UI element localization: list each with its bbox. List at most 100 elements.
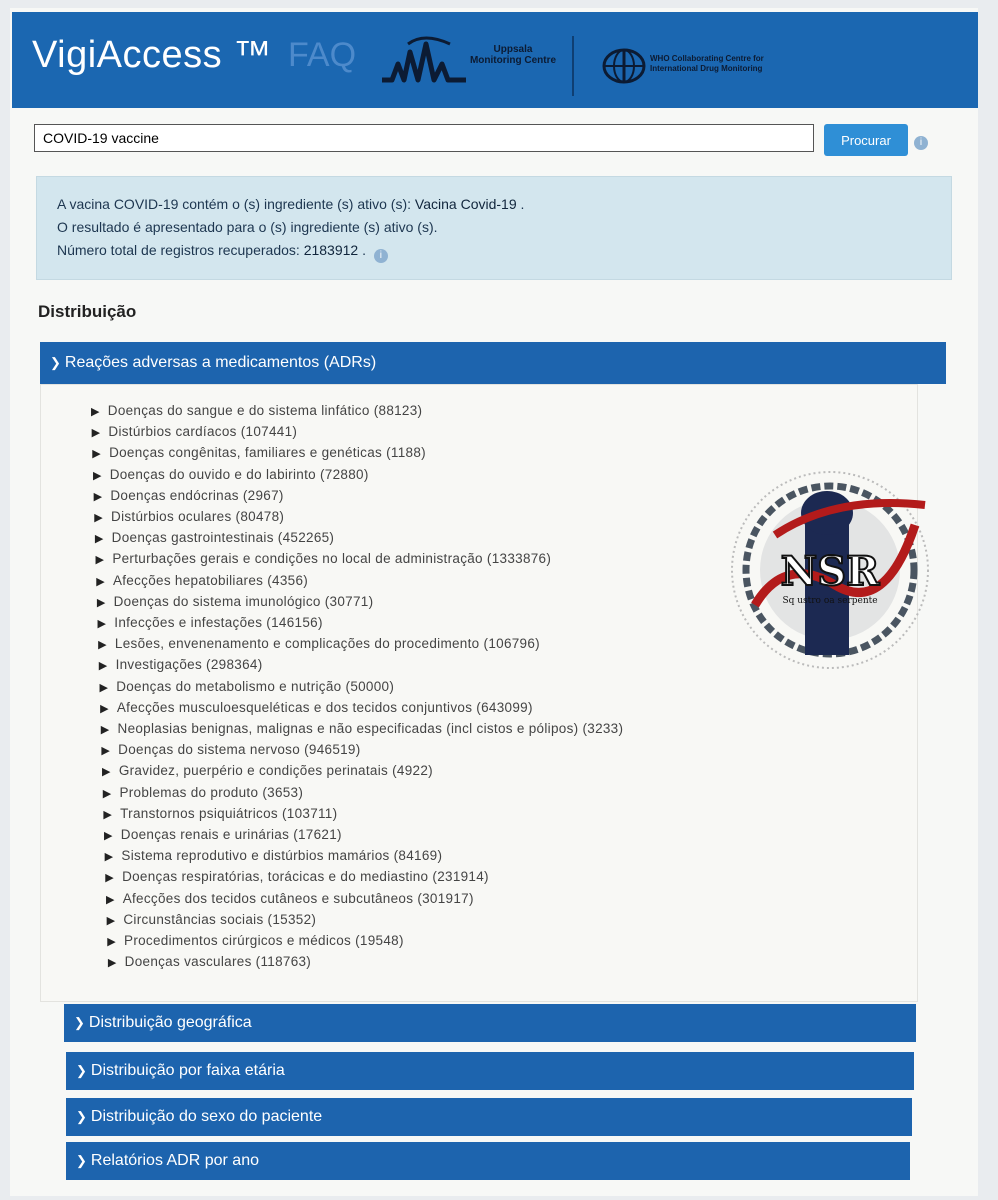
adr-list-item[interactable]: ▶ Problemas do produto (3653): [103, 785, 303, 800]
triangle-right-icon: ▶: [105, 872, 115, 885]
adr-item-label: Doenças endócrinas (2967): [110, 487, 284, 503]
triangle-right-icon: ▶: [96, 575, 105, 588]
adr-list-item[interactable]: ▶ Doenças gastrointestinais (452265): [95, 530, 334, 545]
umc-logo-icon[interactable]: [378, 34, 470, 92]
triangle-right-icon: ▶: [101, 745, 111, 758]
result-line-total: Número total de registros recuperados: 2…: [57, 239, 931, 263]
site-title[interactable]: VigiAccess ™: [32, 34, 272, 77]
result-ingredient: Vacina Covid-19: [414, 196, 517, 212]
triangle-right-icon: ▶: [94, 533, 104, 546]
chevron-down-icon: ❯: [50, 355, 61, 370]
adr-list-item[interactable]: ▶ Afecções hepatobiliares (4356): [96, 573, 308, 588]
adr-list-item[interactable]: ▶ Doenças vasculares (118763): [108, 954, 311, 969]
faq-link[interactable]: FAQ: [288, 36, 356, 75]
adr-item-label: Afecções hepatobiliares (4356): [112, 572, 309, 588]
triangle-right-icon: ▶: [102, 766, 111, 779]
result-line3-suffix: .: [362, 242, 366, 258]
who-logo-icon[interactable]: [602, 48, 646, 84]
adr-item-label: Doenças renais e urinárias (17621): [120, 827, 342, 842]
adr-item-label: Doenças congênitas, familiares e genétic…: [109, 445, 426, 461]
accordion-age[interactable]: ❯ Distribuição por faixa etária: [66, 1052, 914, 1090]
adr-list-item[interactable]: ▶ Afecções dos tecidos cutâneos e subcutâ…: [106, 891, 474, 906]
triangle-right-icon: ▶: [105, 893, 115, 906]
adr-list-item[interactable]: ▶ Investigações (298364): [99, 657, 263, 672]
adr-item-label: Sistema reprodutivo e distúrbios mamário…: [121, 848, 443, 864]
triangle-right-icon: ▶: [104, 851, 114, 864]
chevron-right-icon: ❯: [74, 1015, 85, 1030]
page: VigiAccess ™ FAQ Uppsala Monitoring Cent…: [10, 8, 978, 1196]
adr-panel: ▶ Doenças do sangue e do sistema linfátic…: [40, 384, 929, 1002]
accordion-geographic[interactable]: ❯ Distribuição geográfica: [64, 1004, 916, 1042]
triangle-right-icon: ▶: [103, 808, 113, 821]
result-line-ingredients: A vacina COVID-19 contém o (s) ingredien…: [57, 193, 931, 216]
adr-item-label: Procedimentos cirúrgicos e médicos (1954…: [124, 933, 404, 948]
adr-list-item[interactable]: ▶ Gravidez, puerpério e condições perinat…: [102, 763, 433, 778]
chevron-right-icon: ❯: [76, 1063, 87, 1078]
adr-item-label: Lesões, envenenamento e complicações do …: [114, 636, 540, 652]
adr-item-label: Doenças vasculares (118763): [124, 954, 312, 970]
adr-list-item[interactable]: ▶ Perturbações gerais e condições no loca…: [96, 551, 552, 566]
adr-list-item[interactable]: ▶ Neoplasias benignas, malignas e não esp…: [101, 721, 624, 736]
adr-item-label: Problemas do produto (3653): [119, 784, 304, 800]
adr-list-item[interactable]: ▶ Distúrbios cardíacos (107441): [92, 424, 298, 439]
triangle-right-icon: ▶: [102, 787, 112, 800]
accordion-age-label: Distribuição por faixa etária: [90, 1062, 285, 1079]
search-button[interactable]: Procurar: [824, 124, 908, 156]
triangle-right-icon: ▶: [100, 724, 110, 736]
accordion-adr-label: Reações adversas a medicamentos (ADRs): [64, 354, 377, 371]
adr-list-item[interactable]: ▶ Afecções musculoesqueléticas e dos teci…: [100, 700, 533, 715]
accordion-adr[interactable]: ❯ Reações adversas a medicamentos (ADRs): [40, 342, 946, 384]
accordion-sex[interactable]: ❯ Distribuição do sexo do paciente: [66, 1098, 912, 1136]
triangle-right-icon: ▶: [99, 681, 109, 694]
adr-item-label: Afecções dos tecidos cutâneos e subcutân…: [122, 890, 474, 906]
adr-item-label: Gravidez, puerpério e condições perinata…: [118, 763, 433, 779]
accordion-year[interactable]: ❯ Relatórios ADR por ano: [66, 1142, 910, 1180]
triangle-right-icon: ▶: [98, 660, 108, 673]
adr-list-item[interactable]: ▶ Doenças renais e urinárias (17621): [104, 827, 342, 842]
adr-list-item[interactable]: ▶ Doenças respiratórias, torácicas e do m…: [105, 869, 489, 884]
total-info-icon[interactable]: i: [373, 249, 388, 263]
triangle-right-icon: ▶: [97, 618, 107, 630]
adr-list-item[interactable]: ▶ Lesões, envenenamento e complicações do…: [98, 636, 540, 651]
adr-list-item[interactable]: ▶ Circunstâncias sociais (15352): [107, 912, 317, 927]
adr-list-item[interactable]: ▶ Transtornos psiquiátricos (103711): [103, 806, 337, 821]
adr-list-item[interactable]: ▶ Distúrbios oculares (80478): [94, 509, 284, 524]
adr-list-item[interactable]: ▶ Sistema reprodutivo e distúrbios mamári…: [105, 848, 443, 863]
umc-text: Uppsala Monitoring Centre: [469, 44, 557, 66]
adr-list-item[interactable]: ▶ Procedimentos cirúrgicos e médicos (195…: [107, 933, 404, 948]
adr-list-item[interactable]: ▶ Doenças do metabolismo e nutrição (5000…: [99, 679, 394, 694]
triangle-right-icon: ▶: [91, 406, 100, 418]
who-text: WHO Collaborating Centre for Internation…: [650, 54, 764, 73]
triangle-right-icon: ▶: [93, 490, 103, 503]
search-row: Procurar i: [34, 124, 974, 164]
adr-item-label: Neoplasias benignas, malignas e não espe…: [117, 721, 624, 736]
search-input[interactable]: [34, 124, 814, 152]
result-line3-prefix: Número total de registros recuperados:: [57, 242, 300, 258]
info-icon[interactable]: i: [914, 136, 928, 150]
adr-item-label: Doenças do metabolismo e nutrição (50000…: [116, 678, 395, 694]
adr-item-label: Doenças do ouvido e do labirinto (72880): [109, 466, 369, 482]
adr-item-label: Investigações (298364): [115, 657, 263, 673]
triangle-right-icon: ▶: [106, 914, 116, 927]
adr-item-label: Distúrbios oculares (80478): [111, 509, 285, 524]
adr-list-item[interactable]: ▶ Doenças do sistema imunológico (30771): [97, 594, 374, 609]
adr-list-item[interactable]: ▶ Doenças endócrinas (2967): [94, 488, 284, 503]
adr-list-item[interactable]: ▶ Doenças do ouvido e do labirinto (72880…: [93, 467, 369, 482]
adr-list-item[interactable]: ▶ Doenças congênitas, familiares e genéti…: [92, 445, 426, 460]
triangle-right-icon: ▶: [107, 936, 117, 948]
adr-item-label: Distúrbios cardíacos (107441): [108, 424, 298, 440]
adr-item-label: Doenças do sistema nervoso (946519): [118, 742, 361, 758]
adr-list-item[interactable]: ▶ Doenças do sangue e do sistema linfátic…: [91, 403, 422, 418]
adr-list-item[interactable]: ▶ Doenças do sistema nervoso (946519): [101, 742, 360, 757]
adr-list-item[interactable]: ▶ Infecções e infestações (146156): [98, 615, 323, 630]
distribution-title: Distribuição: [38, 302, 137, 321]
chevron-right-icon: ❯: [76, 1109, 87, 1124]
result-line2: O resultado é apresentado para o (s) ing…: [57, 219, 438, 235]
result-line1-suffix: .: [520, 196, 525, 212]
chevron-right-icon: ❯: [76, 1153, 87, 1168]
accordion-geographic-label: Distribuição geográfica: [88, 1014, 252, 1031]
triangle-right-icon: ▶: [107, 957, 117, 970]
triangle-right-icon: ▶: [104, 830, 113, 842]
adr-item-label: Transtornos psiquiátricos (103711): [120, 805, 338, 821]
adr-item-label: Afecções musculoesqueléticas e dos tecid…: [116, 699, 533, 715]
